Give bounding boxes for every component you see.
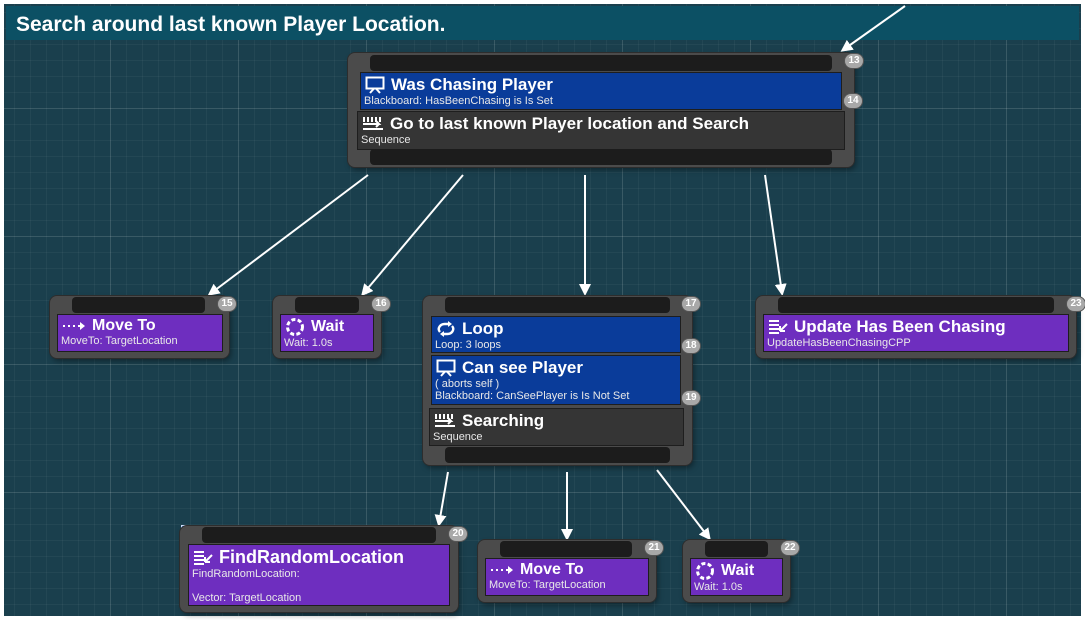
wait-icon	[695, 561, 715, 581]
decorator-title: Can see Player	[462, 358, 583, 377]
composite-go-to-last-known[interactable]: Go to last known Player location and Sea…	[357, 111, 845, 150]
blackboard-decorator-icon	[436, 359, 456, 377]
update-has-been-chasing-task-node[interactable]: Update Has Been Chasing UpdateHasBeenCha…	[756, 296, 1076, 358]
task-title: Move To	[92, 317, 156, 334]
decorator-subtitle: Blackboard: HasBeenChasing is Is Set	[364, 95, 553, 107]
task-subtitle: UpdateHasBeenChasingCPP	[767, 337, 911, 349]
find-random-location-task-node[interactable]: FindRandomLocation FindRandomLocation: V…	[180, 526, 458, 612]
input-pin[interactable]	[370, 55, 832, 71]
output-pin[interactable]	[370, 149, 832, 165]
move-to-task-node[interactable]: Move To MoveTo: TargetLocation	[50, 296, 229, 358]
node-index-badge: 13	[845, 54, 863, 68]
node-index-badge: 22	[781, 541, 799, 555]
edge-root-to-wait	[361, 174, 464, 297]
decorator-can-see-player[interactable]: Can see Player ( aborts self ) Blackboar…	[431, 355, 681, 405]
task-subtitle: Wait: 1.0s	[284, 337, 333, 349]
decorator-subtitle: Loop: 3 loops	[435, 339, 502, 351]
wait-task-node[interactable]: Wait Wait: 1.0s	[273, 296, 381, 358]
composite-subtitle: Sequence	[433, 431, 483, 443]
task-subtitle: Wait: 1.0s	[694, 581, 743, 593]
composite-searching[interactable]: Searching Sequence	[429, 408, 684, 446]
node-index-badge: 21	[645, 541, 663, 555]
move-to-task[interactable]: Move To MoveTo: TargetLocation	[485, 558, 649, 596]
task-title: Wait	[311, 318, 345, 335]
node-index-badge: 16	[372, 297, 390, 311]
root-sequence-node[interactable]: Was Chasing Player Blackboard: HasBeenCh…	[348, 53, 862, 167]
wait-task[interactable]: Wait Wait: 1.0s	[690, 558, 783, 596]
composite-subtitle: Sequence	[361, 134, 411, 146]
loop-icon	[436, 321, 456, 337]
wait-task-node[interactable]: Wait Wait: 1.0s	[683, 540, 790, 602]
node-index-badge: 14	[844, 94, 862, 108]
task-subtitle: MoveTo: TargetLocation	[61, 335, 178, 347]
move-to-task[interactable]: Move To MoveTo: TargetLocation	[57, 314, 223, 352]
edge-searching-to-find	[434, 471, 449, 527]
edge-searching-to-wait	[656, 469, 711, 541]
decorator-subtitle: Blackboard: CanSeePlayer is Is Not Set	[435, 390, 630, 402]
node-index-badge: 19	[682, 391, 700, 405]
task-title: Move To	[520, 561, 584, 578]
input-pin[interactable]	[445, 297, 670, 313]
searching-sequence-node[interactable]: Loop Loop: 3 loops 18 Can see Player ( a…	[423, 296, 700, 465]
sequence-icon	[362, 116, 384, 132]
abort-mode-label: ( aborts self )	[435, 378, 500, 390]
input-pin[interactable]	[778, 297, 1054, 313]
decorator-loop[interactable]: Loop Loop: 3 loops	[431, 316, 681, 353]
task-title: FindRandomLocation	[219, 547, 404, 567]
move-to-icon	[62, 320, 86, 332]
node-index-badge: 15	[218, 297, 236, 311]
node-index-badge: 18	[682, 339, 700, 353]
edge-root-to-move-to	[207, 174, 369, 296]
task-icon	[193, 550, 213, 566]
node-index-badge: 20	[449, 527, 467, 541]
sequence-icon	[434, 413, 456, 429]
edge-root-to-update	[764, 174, 787, 296]
decorator-was-chasing-player[interactable]: Was Chasing Player Blackboard: HasBeenCh…	[360, 72, 842, 110]
input-pin[interactable]	[705, 541, 768, 557]
move-to-task-node[interactable]: Move To MoveTo: TargetLocation	[478, 540, 656, 602]
input-pin[interactable]	[202, 527, 436, 543]
edge-parent-to-root	[840, 5, 906, 52]
blackboard-decorator-icon	[365, 76, 385, 94]
task-subtitle: FindRandomLocation:	[192, 568, 300, 580]
wait-task[interactable]: Wait Wait: 1.0s	[280, 314, 374, 352]
input-pin[interactable]	[500, 541, 632, 557]
wait-icon	[285, 317, 305, 337]
move-to-icon	[490, 564, 514, 576]
input-pin[interactable]	[72, 297, 205, 313]
task-subtitle: MoveTo: TargetLocation	[489, 579, 606, 591]
composite-title: Go to last known Player location and Sea…	[390, 114, 749, 133]
output-pin[interactable]	[445, 447, 670, 463]
task-title: Wait	[721, 562, 755, 579]
task-title: Update Has Been Chasing	[794, 317, 1006, 336]
update-has-been-chasing-task[interactable]: Update Has Been Chasing UpdateHasBeenCha…	[763, 314, 1069, 352]
task-icon	[768, 319, 788, 335]
task-subtitle: Vector: TargetLocation	[192, 592, 302, 604]
node-index-badge: 23	[1067, 297, 1085, 311]
find-random-location-task[interactable]: FindRandomLocation FindRandomLocation: V…	[188, 544, 450, 606]
node-index-badge: 17	[682, 297, 700, 311]
decorator-title: Was Chasing Player	[391, 75, 553, 94]
input-pin[interactable]	[295, 297, 359, 313]
composite-title: Searching	[462, 411, 545, 430]
decorator-title: Loop	[462, 319, 504, 338]
